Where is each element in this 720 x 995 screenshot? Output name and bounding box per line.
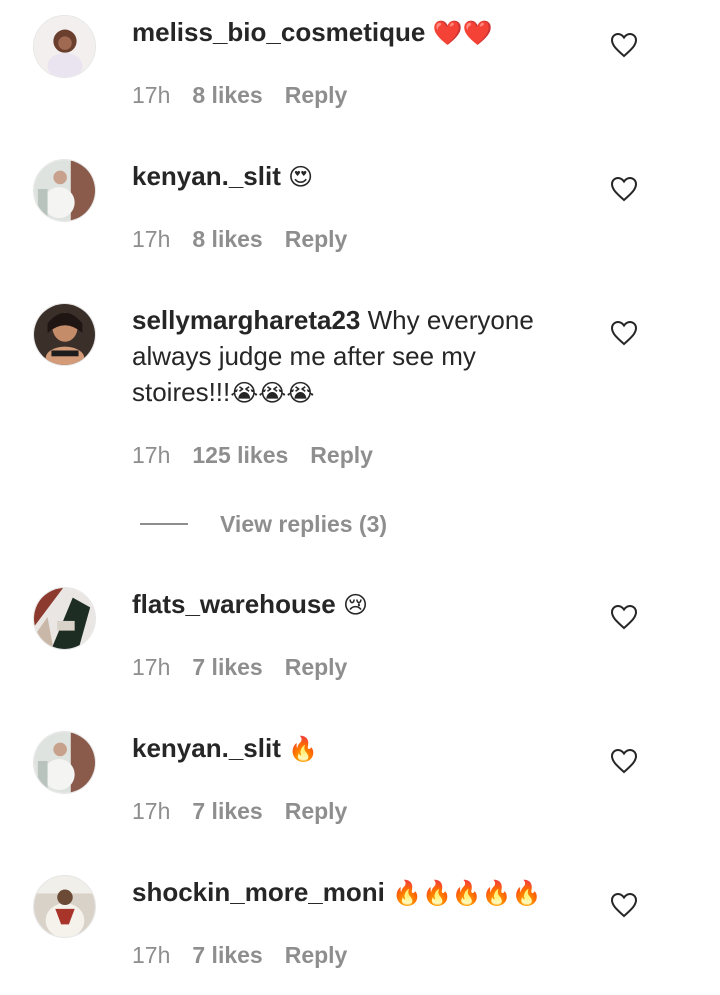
avatar[interactable] [33, 159, 96, 222]
reply-button[interactable]: Reply [285, 798, 348, 824]
reply-button[interactable]: Reply [285, 942, 348, 968]
heart-icon[interactable] [610, 32, 638, 58]
likes-count[interactable]: 8 likes [192, 82, 262, 108]
timestamp: 17h [132, 226, 171, 252]
username[interactable]: kenyan._slit [132, 733, 281, 763]
comment-meta: 17h 7 likes Reply [132, 940, 369, 970]
heart-icon[interactable] [610, 748, 638, 774]
heart-icon[interactable] [610, 604, 638, 630]
comment-meta: 17h 8 likes Reply [132, 80, 369, 110]
username[interactable]: sellymarghareta23 [132, 305, 360, 335]
reply-button[interactable]: Reply [285, 226, 348, 252]
likes-count[interactable]: 7 likes [192, 798, 262, 824]
comment-text: flats_warehouse 😢 [132, 586, 572, 623]
comment-meta: 17h 125 likes Reply [132, 440, 395, 470]
heart-icon[interactable] [610, 176, 638, 202]
replies-divider [140, 523, 188, 525]
likes-count[interactable]: 7 likes [192, 654, 262, 680]
username[interactable]: flats_warehouse [132, 589, 336, 619]
username[interactable]: shockin_more_moni [132, 877, 385, 907]
likes-count[interactable]: 7 likes [192, 942, 262, 968]
view-replies-button[interactable]: View replies (3) [140, 508, 387, 540]
username[interactable]: kenyan._slit [132, 161, 281, 191]
reply-button[interactable]: Reply [285, 654, 348, 680]
comment-text: meliss_bio_cosmetique ❤️❤️ [132, 14, 572, 51]
comment-emoji: 😍 [288, 163, 314, 191]
reply-button[interactable]: Reply [285, 82, 348, 108]
comment-emoji: 😢 [342, 591, 369, 619]
comment-emoji: 🔥 [288, 735, 318, 763]
comment-text: kenyan._slit 🔥 [132, 730, 572, 767]
likes-count[interactable]: 8 likes [192, 226, 262, 252]
avatar[interactable] [33, 875, 96, 938]
avatar[interactable] [33, 731, 96, 794]
comment-meta: 17h 8 likes Reply [132, 224, 369, 254]
likes-count[interactable]: 125 likes [192, 442, 288, 468]
timestamp: 17h [132, 942, 171, 968]
avatar[interactable] [33, 15, 96, 78]
comment-meta: 17h 7 likes Reply [132, 796, 369, 826]
timestamp: 17h [132, 654, 171, 680]
comment-text: sellymarghareta23 Why everyone always ju… [132, 302, 572, 411]
comment-emoji: 🔥🔥🔥🔥🔥 [392, 879, 542, 907]
comment-emoji: ❤️❤️ [432, 19, 493, 47]
username[interactable]: meliss_bio_cosmetique [132, 17, 425, 47]
comment-meta: 17h 7 likes Reply [132, 652, 369, 682]
reply-button[interactable]: Reply [310, 442, 373, 468]
view-replies-label: View replies (3) [220, 511, 388, 537]
comment-text: kenyan._slit 😍 [132, 158, 572, 195]
timestamp: 17h [132, 82, 171, 108]
timestamp: 17h [132, 442, 171, 468]
comment-text: shockin_more_moni 🔥🔥🔥🔥🔥 [132, 874, 572, 911]
avatar[interactable] [33, 587, 96, 650]
avatar[interactable] [33, 303, 96, 366]
heart-icon[interactable] [610, 892, 638, 918]
heart-icon[interactable] [610, 320, 638, 346]
comment-emoji: 😭😭😭 [230, 379, 315, 407]
timestamp: 17h [132, 798, 171, 824]
